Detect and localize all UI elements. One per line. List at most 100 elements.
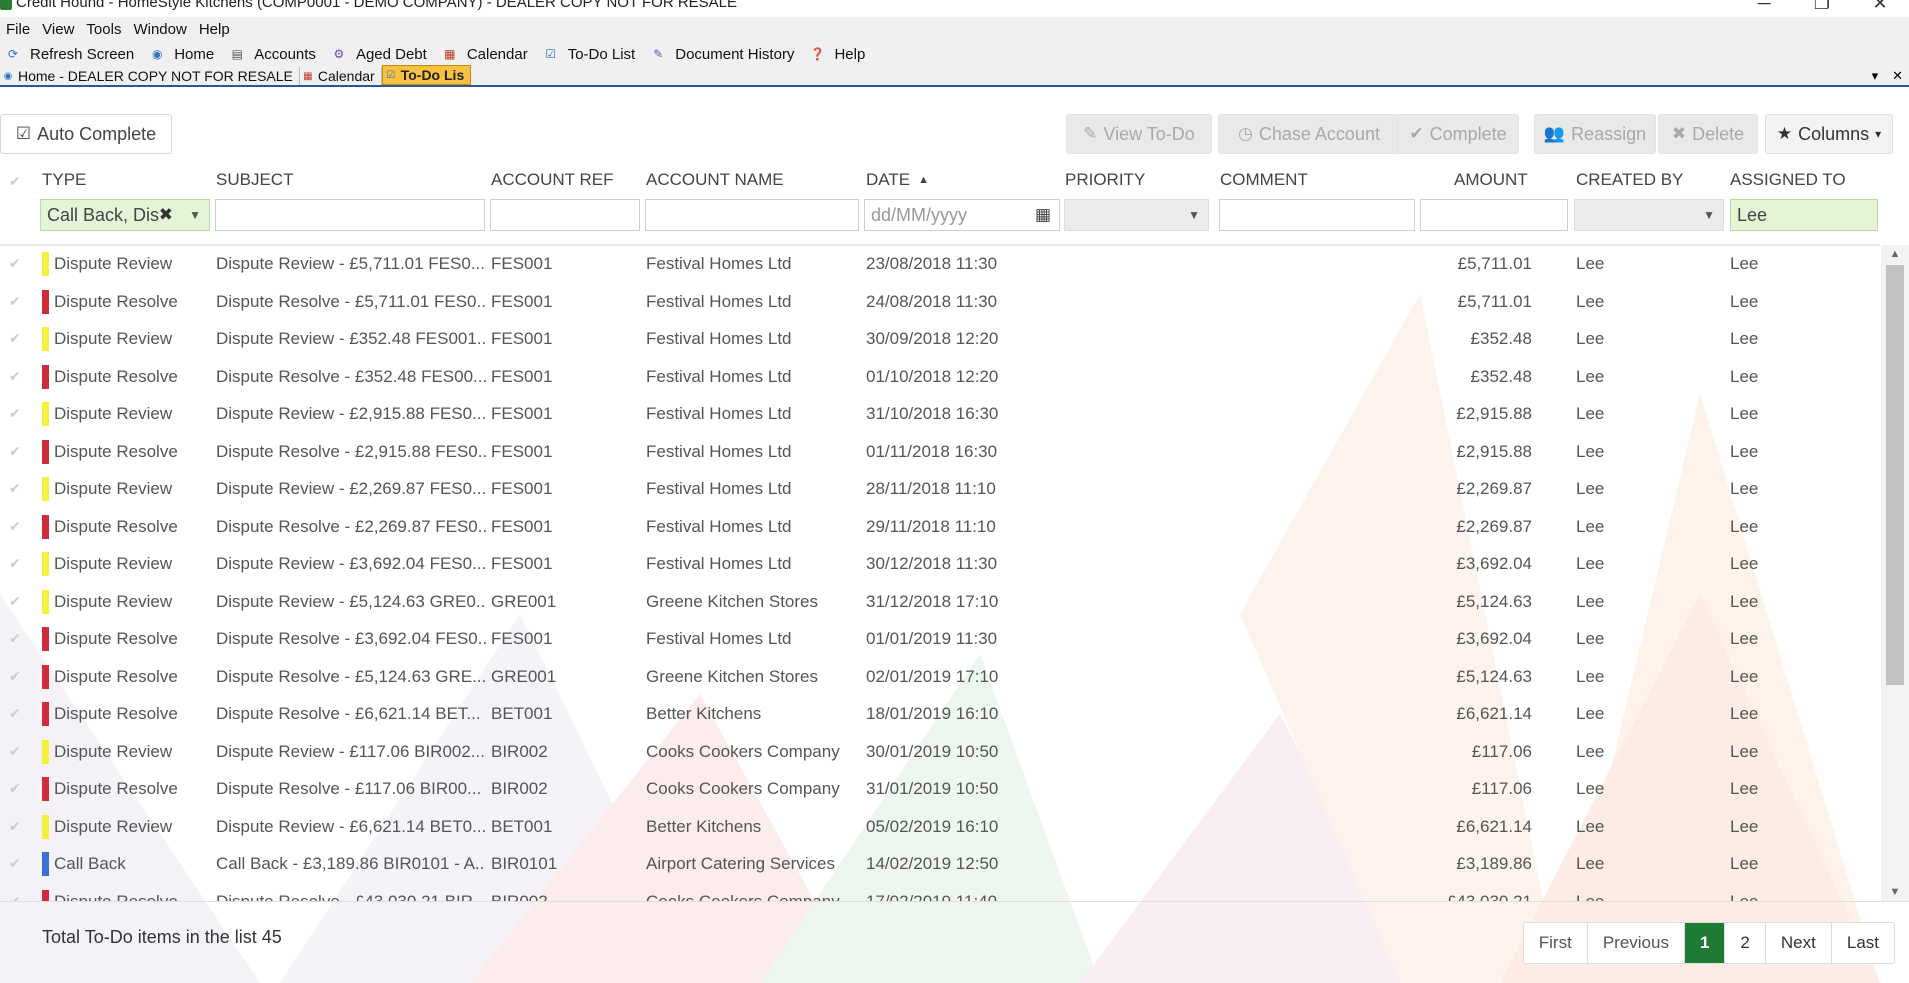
row-check-icon[interactable]: ✔ [9, 780, 21, 797]
row-check-icon[interactable]: ✔ [9, 443, 21, 460]
reassign-button[interactable]: 👥 Reassign [1534, 114, 1656, 154]
created-by-filter-dropdown-icon[interactable]: ▼ [1703, 208, 1715, 222]
refresh-screen-button[interactable]: ⟳ Refresh Screen [6, 46, 134, 63]
row-check-icon[interactable]: ✔ [9, 818, 21, 835]
menu-view[interactable]: View [42, 21, 74, 38]
table-row[interactable]: ✔ Dispute Resolve Dispute Resolve - £5,124… [0, 658, 1880, 696]
clear-filter-icon[interactable]: ✖ [159, 205, 173, 225]
subject-filter[interactable] [215, 199, 485, 231]
assigned-to-filter[interactable]: Lee [1730, 199, 1878, 231]
row-check-icon[interactable]: ✔ [9, 555, 21, 572]
pager-previous[interactable]: Previous [1588, 923, 1685, 963]
row-check-icon[interactable]: ✔ [9, 855, 21, 872]
row-check-icon[interactable]: ✔ [9, 368, 21, 385]
table-row[interactable]: ✔ Dispute Review Dispute Review - £2,915.8… [0, 395, 1880, 433]
tab-todo-list[interactable]: ☑ To-Do Lis [381, 65, 472, 85]
comment-filter[interactable] [1219, 199, 1415, 231]
minimize-button[interactable]: ─ [1735, 0, 1793, 14]
scroll-up-icon[interactable]: ▲ [1881, 245, 1909, 263]
delete-button[interactable]: ✖ Delete [1658, 114, 1758, 154]
menu-window[interactable]: Window [133, 21, 186, 38]
pager-page-2[interactable]: 2 [1725, 923, 1766, 963]
row-check-icon[interactable]: ✔ [9, 405, 21, 422]
table-row[interactable]: ✔ Dispute Resolve Dispute Resolve - £3,692… [0, 620, 1880, 658]
table-row[interactable]: ✔ Dispute Resolve Dispute Resolve - £6,621… [0, 695, 1880, 733]
maximize-button[interactable]: ❐ [1793, 0, 1851, 14]
row-check-icon[interactable]: ✔ [9, 743, 21, 760]
row-check-icon[interactable]: ✔ [9, 668, 21, 685]
aged-debt-button[interactable]: ⚙ Aged Debt [332, 46, 427, 63]
row-check-icon[interactable]: ✔ [9, 518, 21, 535]
column-created-by[interactable]: CREATED BY [1576, 170, 1683, 190]
auto-complete-button[interactable]: ☑ Auto Complete [0, 114, 172, 154]
calendar-button[interactable]: ▦ Calendar [443, 46, 528, 63]
document-history-button[interactable]: ✎ Document History [651, 46, 794, 63]
table-row[interactable]: ✔ Dispute Resolve Dispute Resolve - £117.0… [0, 770, 1880, 808]
row-check-icon[interactable]: ✔ [9, 630, 21, 647]
row-check-icon[interactable]: ✔ [9, 893, 21, 902]
row-check-icon[interactable]: ✔ [9, 593, 21, 610]
table-row[interactable]: ✔ Dispute Review Dispute Review - £2,269.8… [0, 470, 1880, 508]
type-filter-dropdown-icon[interactable]: ▼ [189, 208, 201, 222]
view-todo-button[interactable]: ✎ View To-Do [1066, 114, 1212, 154]
table-row[interactable]: ✔ Dispute Review Dispute Review - £3,692.0… [0, 545, 1880, 583]
tab-list-dropdown-icon[interactable]: ▾ [1872, 68, 1879, 84]
tab-calendar[interactable]: ▦ Calendar [300, 67, 382, 85]
table-row[interactable]: ✔ Dispute Resolve Dispute Resolve - £2,915… [0, 433, 1880, 471]
complete-button[interactable]: ✔ Complete [1397, 114, 1519, 154]
column-amount[interactable]: AMOUNT [1454, 170, 1528, 190]
chase-account-button[interactable]: ◷ Chase Account [1218, 114, 1400, 154]
table-row[interactable]: ✔ Dispute Review Dispute Review - £5,124.6… [0, 583, 1880, 621]
tab-home[interactable]: ◉ Home - DEALER COPY NOT FOR RESALE [0, 67, 300, 85]
account-name-filter[interactable] [645, 199, 859, 231]
scroll-down-icon[interactable]: ▼ [1881, 883, 1909, 901]
table-row[interactable]: ✔ Dispute Review Dispute Review - £117.06 … [0, 733, 1880, 771]
help-button[interactable]: ❓ Help [810, 46, 865, 63]
scrollbar-thumb[interactable] [1886, 265, 1904, 685]
pager-next[interactable]: Next [1766, 923, 1832, 963]
amount-filter[interactable] [1420, 199, 1568, 231]
row-check-icon[interactable]: ✔ [9, 330, 21, 347]
row-check-icon[interactable]: ✔ [9, 480, 21, 497]
table-row[interactable]: ✔ Dispute Resolve Dispute Resolve - £5,711… [0, 283, 1880, 321]
table-row[interactable]: ✔ Call Back Call Back - £3,189.86 BIR0101 … [0, 845, 1880, 883]
table-row[interactable]: ✔ Dispute Review Dispute Review - £352.48 … [0, 320, 1880, 358]
priority-filter[interactable]: ▼ [1064, 199, 1209, 231]
close-tab-icon[interactable]: ✕ [1892, 68, 1903, 84]
row-check-icon[interactable]: ✔ [9, 293, 21, 310]
accounts-button[interactable]: ▤ Accounts [230, 46, 316, 63]
column-account-ref[interactable]: ACCOUNT REF [491, 170, 613, 190]
table-row[interactable]: ✔ Dispute Review Dispute Review - £5,711.0… [0, 245, 1880, 283]
home-button[interactable]: ◉ Home [150, 46, 214, 63]
select-all-check-icon[interactable]: ✔ [9, 173, 21, 190]
column-comment[interactable]: COMMENT [1220, 170, 1308, 190]
pager-first[interactable]: First [1524, 923, 1588, 963]
column-subject[interactable]: SUBJECT [216, 170, 293, 190]
column-type[interactable]: TYPE [42, 170, 86, 190]
table-row[interactable]: ✔ Dispute Resolve Dispute Resolve - £43,03… [0, 883, 1880, 902]
todo-list-button[interactable]: ☑ To-Do List [544, 46, 635, 63]
pager-last[interactable]: Last [1832, 923, 1894, 963]
table-row[interactable]: ✔ Dispute Review Dispute Review - £6,621.1… [0, 808, 1880, 846]
date-filter[interactable]: dd/MM/yyyy ▦ [864, 199, 1060, 231]
column-assigned-to[interactable]: ASSIGNED TO [1730, 170, 1846, 190]
column-priority[interactable]: PRIORITY [1065, 170, 1145, 190]
vertical-scrollbar[interactable]: ▲ ▼ [1881, 245, 1909, 901]
close-button[interactable]: ✕ [1851, 0, 1909, 14]
table-row[interactable]: ✔ Dispute Resolve Dispute Resolve - £352.4… [0, 358, 1880, 396]
priority-filter-dropdown-icon[interactable]: ▼ [1188, 208, 1200, 222]
column-account-name[interactable]: ACCOUNT NAME [646, 170, 784, 190]
table-row[interactable]: ✔ Dispute Resolve Dispute Resolve - £2,269… [0, 508, 1880, 546]
row-check-icon[interactable]: ✔ [9, 705, 21, 722]
menu-tools[interactable]: Tools [86, 21, 121, 38]
columns-dropdown-button[interactable]: ★ Columns ▾ [1765, 114, 1893, 154]
account-ref-filter[interactable] [490, 199, 640, 231]
created-by-filter[interactable]: ▼ [1574, 199, 1724, 231]
calendar-picker-icon[interactable]: ▦ [1035, 205, 1051, 225]
row-check-icon[interactable]: ✔ [9, 255, 21, 272]
type-filter[interactable]: Call Back, Dis ✖ ▼ [40, 199, 210, 231]
menu-file[interactable]: File [6, 21, 30, 38]
column-date[interactable]: DATE ▲ [866, 170, 929, 190]
pager-page-1[interactable]: 1 [1684, 923, 1726, 963]
menu-help[interactable]: Help [199, 21, 230, 38]
